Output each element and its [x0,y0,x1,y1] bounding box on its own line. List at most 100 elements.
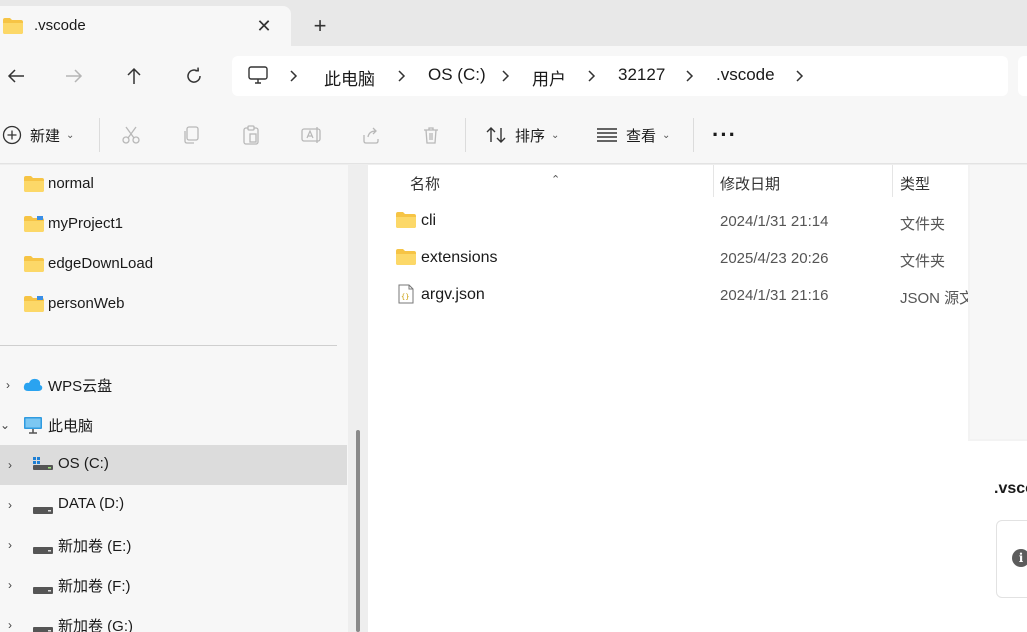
details-pane: .vscode i [968,165,1027,632]
folder-icon [396,249,416,270]
trash-icon [424,127,438,144]
rename-button[interactable] [301,120,323,150]
new-button[interactable]: 新建 ⌄ [2,120,74,150]
divider [99,118,100,152]
view-label: 查看 [626,127,657,145]
folder-icon [24,256,44,277]
drive-icon [33,542,53,560]
command-bar: 新建 ⌄ 排序 ⌄ 查看 ⌄ ··· [0,106,1027,164]
chevron-right-icon[interactable] [588,69,596,87]
chevron-right-icon[interactable] [290,69,298,87]
column-header-modified[interactable]: 修改日期 [714,165,892,197]
sidebar-item-label: edgeDownLoad [48,255,154,272]
chevron-down-icon: ⌄ [551,129,560,141]
file-name: extensions [421,249,498,266]
cloud-icon [23,377,43,397]
column-header-type[interactable]: 类型 [893,165,968,197]
chevron-right-icon[interactable] [398,69,406,87]
sidebar-item-personweb[interactable]: personWeb [0,285,348,325]
chevron-right-icon[interactable]: › [8,458,12,472]
chevron-right-icon[interactable] [796,69,804,87]
file-type: 文件夹 [900,216,946,233]
chevron-right-icon[interactable] [502,69,510,87]
sidebar-item-label: 新加卷 (F:) [58,578,131,595]
folder-icon [24,296,44,317]
sidebar-item-wps-cloud[interactable]: › WPS云盘 [0,365,348,405]
paste-button[interactable] [241,120,261,150]
breadcrumb-item[interactable]: 32127 [618,65,665,85]
info-icon: i [1012,549,1027,567]
breadcrumb-item[interactable]: 此电脑 [324,65,375,90]
chevron-right-icon[interactable]: › [8,538,12,552]
sidebar-item-label: myProject1 [48,215,124,232]
sidebar-item-label: DATA (D:) [58,495,125,512]
chevron-right-icon[interactable]: › [8,498,12,512]
sidebar-item-drive-f[interactable]: › 新加卷 (F:) [0,565,348,605]
back-button[interactable] [2,62,30,90]
folder-icon [396,212,416,233]
more-options-icon[interactable]: ··· [712,120,737,150]
breadcrumb-item[interactable]: 用户 [532,65,566,90]
chevron-right-icon[interactable] [686,69,694,87]
tab-title: .vscode [34,17,86,34]
refresh-button[interactable] [180,62,208,90]
divider [465,118,466,152]
sidebar-item-drive-g[interactable]: › 新加卷 (G:) [0,605,348,632]
close-icon[interactable]: ✕ [252,14,276,38]
chevron-down-icon: ⌄ [66,129,75,141]
arrow-up-icon [127,67,141,84]
share-icon [363,127,379,144]
sidebar-item-myproject1[interactable]: myProject1 [0,205,348,245]
file-row[interactable]: extensions 2025/4/23 20:26 文件夹 [368,240,968,276]
search-box[interactable] [1018,56,1027,96]
sidebar-item-edgedownload[interactable]: edgeDownLoad [0,245,348,285]
drive-icon [33,582,53,600]
folder-icon [3,18,23,39]
sidebar-item-this-pc[interactable]: ⌄ 此电脑 [0,405,348,445]
file-date: 2024/1/31 21:14 [720,213,829,230]
tab-vscode[interactable]: .vscode ✕ [0,6,291,46]
column-header-name[interactable]: 名称 ⌃ [368,165,713,197]
breadcrumb-current[interactable]: .vscode [716,65,775,85]
computer-icon [248,66,268,89]
cut-button[interactable] [121,120,141,150]
plus-circle-icon [2,125,22,145]
sidebar-item-label: OS (C:) [58,455,109,472]
sidebar-item-label: 此电脑 [48,418,94,435]
drive-icon [33,622,53,632]
new-tab-button[interactable]: + [306,12,334,40]
view-button[interactable]: 查看 ⌄ [596,120,670,150]
navigation-scrollbar[interactable] [348,165,368,632]
breadcrumb-item[interactable]: OS (C:) [428,65,486,85]
sidebar-item-drive-e[interactable]: › 新加卷 (E:) [0,525,348,565]
chevron-right-icon[interactable]: › [6,378,10,392]
svg-text:{}: {} [401,293,409,301]
computer-icon [23,416,43,439]
share-button[interactable] [361,120,381,150]
file-row[interactable]: cli 2024/1/31 21:14 文件夹 [368,203,968,239]
sidebar-item-drive-d[interactable]: › DATA (D:) [0,485,348,525]
scrollbar-thumb[interactable] [356,430,360,632]
chevron-right-icon[interactable]: › [8,578,12,592]
file-type: 文件夹 [900,253,946,270]
folder-icon [24,176,44,197]
column-label: 类型 [900,176,931,193]
copy-button[interactable] [181,120,201,150]
file-list: 名称 ⌃ 修改日期 类型 cli 2024/1/31 21:14 文件夹 ext… [368,165,968,632]
file-date: 2025/4/23 20:26 [720,250,829,267]
delete-button[interactable] [421,120,441,150]
chevron-down-icon[interactable]: ⌄ [0,418,10,432]
arrow-right-icon [66,69,83,83]
chevron-right-icon[interactable]: › [8,618,12,632]
file-row[interactable]: {} argv.json 2024/1/31 21:16 JSON 源文件 [368,277,968,313]
file-name: argv.json [421,286,485,303]
up-button[interactable] [120,62,148,90]
sort-button[interactable]: 排序 ⌄ [485,120,559,150]
divider [0,345,337,346]
forward-button[interactable] [60,62,88,90]
sidebar-item-drive-c[interactable]: › OS (C:) [0,445,347,485]
address-bar[interactable]: 此电脑 OS (C:) 用户 32127 .vscode [232,56,1008,96]
new-label: 新建 [30,127,61,145]
sidebar-item-normal[interactable]: normal [0,165,348,205]
details-card: i [996,520,1027,598]
